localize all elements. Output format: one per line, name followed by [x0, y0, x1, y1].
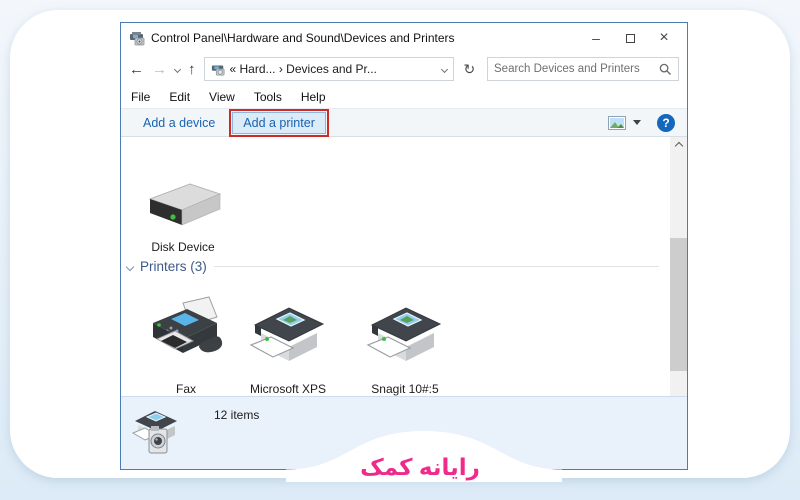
search-box[interactable]	[487, 57, 679, 81]
printer-label: Fax	[175, 382, 196, 396]
device-label: Disk Device	[151, 240, 215, 254]
breadcrumb[interactable]: « Hard... › Devices and Pr...	[230, 62, 437, 76]
items-count: 12 items	[214, 408, 260, 422]
printer-label: Microsoft XPS	[249, 382, 327, 396]
view-dropdown-arrow-icon[interactable]	[633, 120, 641, 125]
scrollbar-up-button[interactable]	[670, 137, 687, 154]
menu-bar: File Edit View Tools Help	[121, 85, 687, 108]
command-toolbar: Add a device Add a printer ?	[121, 108, 687, 137]
help-button[interactable]: ?	[657, 113, 675, 132]
recent-pages-chevron-icon[interactable]	[173, 65, 182, 73]
menu-tools[interactable]: Tools	[254, 90, 282, 104]
window-title: Control Panel\Hardware and Sound\Devices…	[151, 31, 455, 45]
scroll-up-icon	[674, 141, 683, 150]
group-header-rule	[213, 266, 659, 267]
menu-edit[interactable]: Edit	[169, 90, 190, 104]
search-icon	[659, 63, 671, 75]
navigation-bar: ← → ↑ « Hard... › Devices and Pr... ↻	[121, 53, 687, 85]
printer-label: Snagit 10#:5	[371, 382, 439, 396]
address-location-icon	[211, 65, 224, 76]
printers-group-header[interactable]: Printers (3)	[125, 259, 659, 274]
disk-device-icon	[148, 183, 222, 226]
address-dropdown-chevron-icon[interactable]	[440, 65, 448, 73]
maximize-icon	[625, 33, 635, 43]
add-a-device-button[interactable]: Add a device	[133, 113, 225, 133]
printer-item-fax[interactable]: Fax	[130, 295, 242, 396]
close-button[interactable]: ×	[647, 25, 681, 51]
up-button[interactable]: ↑	[188, 62, 196, 77]
devices-collection-icon	[131, 411, 177, 454]
title-bar: Control Panel\Hardware and Sound\Devices…	[121, 23, 687, 53]
items-view: Disk Device Printers (3) Fax Microsoft X…	[121, 137, 687, 396]
printer-icon	[249, 307, 325, 361]
back-button[interactable]: ←	[129, 62, 144, 77]
devices-and-printers-window: Control Panel\Hardware and Sound\Devices…	[120, 22, 688, 470]
printer-item-snagit[interactable]: Snagit 10#:5	[349, 295, 461, 396]
search-input[interactable]	[494, 63, 659, 75]
devices-and-printers-icon	[130, 32, 145, 46]
vertical-scrollbar[interactable]	[670, 137, 687, 396]
printer-icon	[366, 307, 442, 361]
change-view-icon[interactable]	[608, 115, 626, 130]
group-header-label: Printers (3)	[140, 259, 207, 274]
menu-file[interactable]: File	[131, 90, 150, 104]
device-item-disk-device[interactable]: Disk Device	[127, 179, 239, 254]
fax-icon	[153, 296, 223, 353]
red-annotation-box: Add a printer	[229, 108, 329, 137]
menu-help[interactable]: Help	[301, 90, 326, 104]
address-bar[interactable]: « Hard... › Devices and Pr...	[203, 57, 454, 81]
refresh-button[interactable]: ↻	[462, 61, 478, 78]
forward-button[interactable]: →	[152, 62, 167, 77]
maximize-button[interactable]	[613, 25, 647, 51]
minimize-button[interactable]: –	[579, 25, 613, 51]
collapse-chevron-icon[interactable]	[125, 262, 135, 271]
add-a-printer-button[interactable]: Add a printer	[232, 111, 326, 134]
printer-item-microsoft-xps[interactable]: Microsoft XPS	[232, 295, 344, 396]
watermark-logo: رایانه کمک	[360, 454, 480, 480]
menu-view[interactable]: View	[209, 90, 235, 104]
scrollbar-thumb[interactable]	[670, 238, 687, 371]
